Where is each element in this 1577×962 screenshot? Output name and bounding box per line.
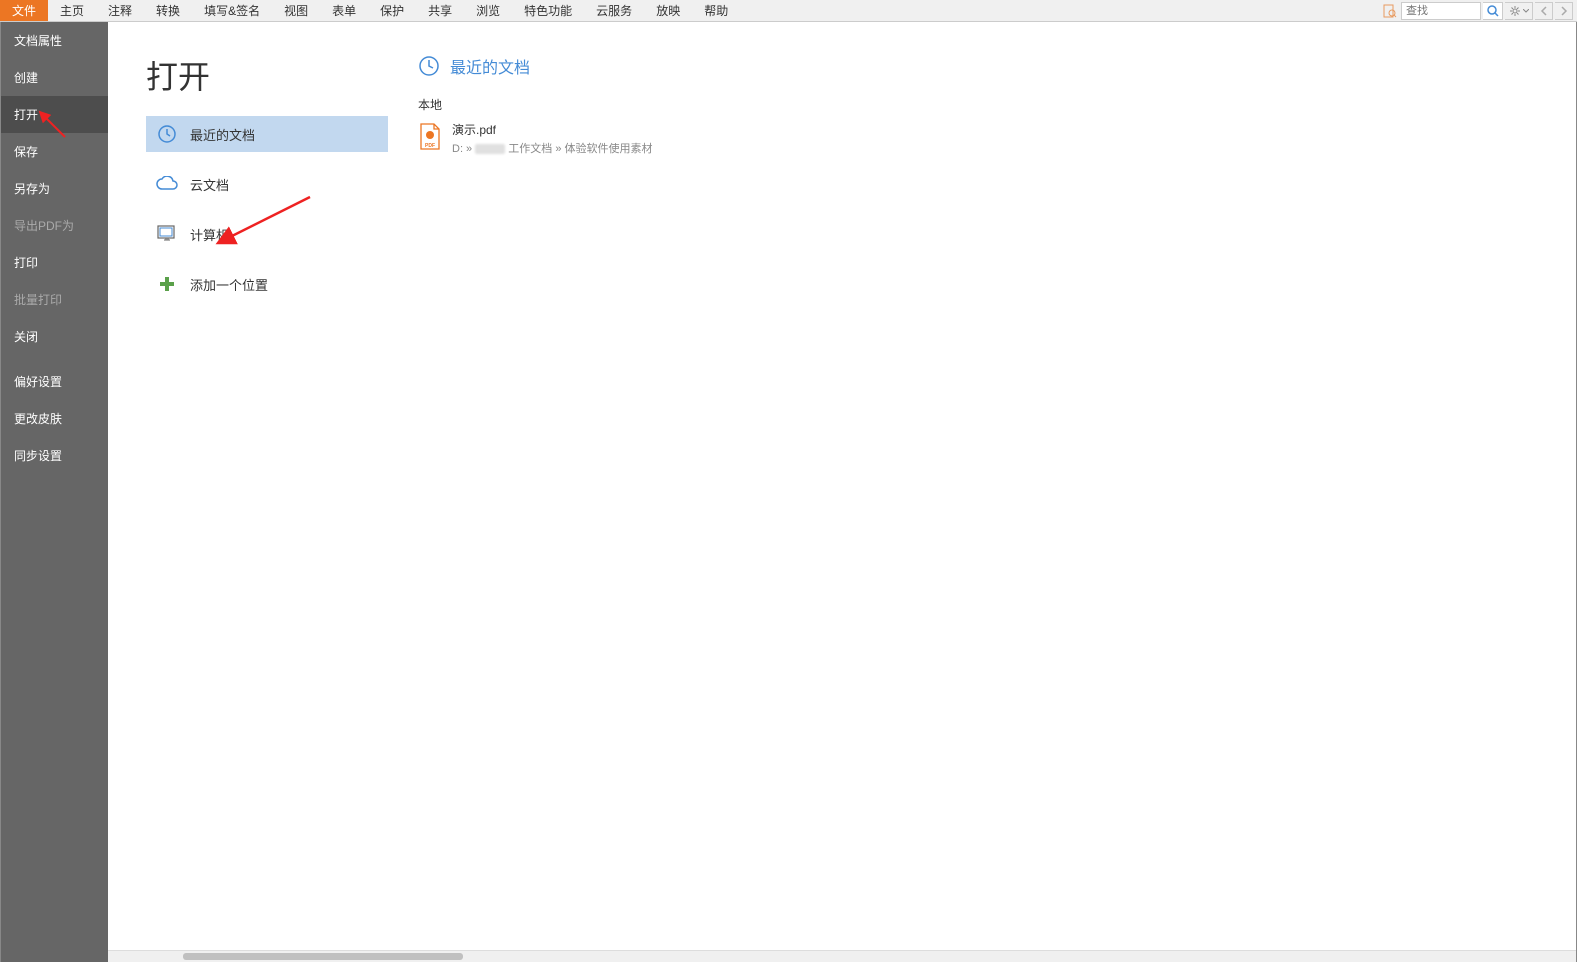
- details-header-title: 最近的文档: [450, 54, 530, 78]
- menu-special[interactable]: 特色功能: [512, 0, 584, 21]
- section-local: 本地: [418, 96, 1557, 113]
- clock-icon: [156, 123, 178, 145]
- sidebar-item-skin[interactable]: 更改皮肤: [0, 400, 108, 437]
- menu-cloud[interactable]: 云服务: [584, 0, 644, 21]
- nav-next-icon[interactable]: [1555, 2, 1573, 20]
- doc-search-icon[interactable]: [1381, 2, 1399, 20]
- svg-text:PDF: PDF: [425, 143, 435, 149]
- source-addlocation[interactable]: 添加一个位置: [146, 266, 388, 302]
- recent-doc-item[interactable]: PDF 演示.pdf D: » 工作文档 » 体验软件使用素材: [418, 117, 1557, 160]
- recent-docs-panel: 最近的文档 本地 PDF 演示.pdf D: » 工作文档 » 体验软件使用素材: [398, 22, 1577, 962]
- cloud-icon: [156, 173, 178, 195]
- menu-share[interactable]: 共享: [416, 0, 464, 21]
- doc-path: D: » 工作文档 » 体验软件使用素材: [452, 140, 653, 156]
- menu-help[interactable]: 帮助: [692, 0, 740, 21]
- sidebar-item-open[interactable]: 打开: [0, 96, 108, 133]
- plus-icon: [156, 273, 178, 295]
- sidebar-item-saveas[interactable]: 另存为: [0, 170, 108, 207]
- menu-play[interactable]: 放映: [644, 0, 692, 21]
- sidebar: 文档属性 创建 打开 保存 另存为 导出PDF为 打印 批量打印 关闭 偏好设置…: [0, 22, 108, 962]
- horizontal-scrollbar[interactable]: [108, 950, 1577, 962]
- menu-fillsign[interactable]: 填写&签名: [192, 0, 272, 21]
- window-left-border: [0, 22, 1, 962]
- menu-view[interactable]: 视图: [272, 0, 320, 21]
- clock-icon: [418, 55, 440, 77]
- sidebar-item-create[interactable]: 创建: [0, 59, 108, 96]
- sidebar-item-print[interactable]: 打印: [0, 244, 108, 281]
- search-input[interactable]: [1401, 2, 1481, 20]
- source-cloud[interactable]: 云文档: [146, 166, 388, 202]
- scrollbar-thumb[interactable]: [183, 953, 463, 960]
- sidebar-item-close[interactable]: 关闭: [0, 318, 108, 355]
- source-label: 最近的文档: [190, 125, 255, 144]
- details-header: 最近的文档: [418, 54, 1557, 78]
- sidebar-item-preferences[interactable]: 偏好设置: [0, 363, 108, 400]
- redacted-segment: [475, 144, 505, 154]
- gear-icon[interactable]: [1505, 2, 1533, 20]
- source-computer[interactable]: 计算机: [146, 216, 388, 252]
- sidebar-divider: [0, 355, 108, 363]
- menu-annotate[interactable]: 注释: [96, 0, 144, 21]
- sidebar-item-docprops[interactable]: 文档属性: [0, 22, 108, 59]
- menu-browse[interactable]: 浏览: [464, 0, 512, 21]
- source-label: 云文档: [190, 175, 229, 194]
- menubar: 文件 主页 注释 转换 填写&签名 视图 表单 保护 共享 浏览 特色功能 云服…: [0, 0, 1577, 22]
- search-button[interactable]: [1483, 2, 1503, 20]
- pdf-file-icon: PDF: [418, 123, 442, 151]
- source-label: 计算机: [190, 225, 229, 244]
- menu-file[interactable]: 文件: [0, 0, 48, 21]
- panel-title: 打开: [146, 52, 388, 98]
- source-recent[interactable]: 最近的文档: [146, 116, 388, 152]
- menu-protect[interactable]: 保护: [368, 0, 416, 21]
- nav-prev-icon[interactable]: [1535, 2, 1553, 20]
- menubar-right: [1381, 0, 1577, 21]
- sidebar-item-save[interactable]: 保存: [0, 133, 108, 170]
- doc-info: 演示.pdf D: » 工作文档 » 体验软件使用素材: [452, 121, 653, 156]
- sidebar-item-exportpdf[interactable]: 导出PDF为: [0, 207, 108, 244]
- sidebar-item-sync[interactable]: 同步设置: [0, 437, 108, 474]
- doc-name: 演示.pdf: [452, 121, 653, 138]
- open-sources-panel: 打开 最近的文档 云文档 计算机 添加一个位置: [108, 22, 398, 962]
- content-area: 文档属性 创建 打开 保存 另存为 导出PDF为 打印 批量打印 关闭 偏好设置…: [0, 22, 1577, 962]
- source-label: 添加一个位置: [190, 275, 268, 294]
- menu-home[interactable]: 主页: [48, 0, 96, 21]
- monitor-icon: [156, 223, 178, 245]
- sidebar-item-batchprint[interactable]: 批量打印: [0, 281, 108, 318]
- menu-form[interactable]: 表单: [320, 0, 368, 21]
- menu-convert[interactable]: 转换: [144, 0, 192, 21]
